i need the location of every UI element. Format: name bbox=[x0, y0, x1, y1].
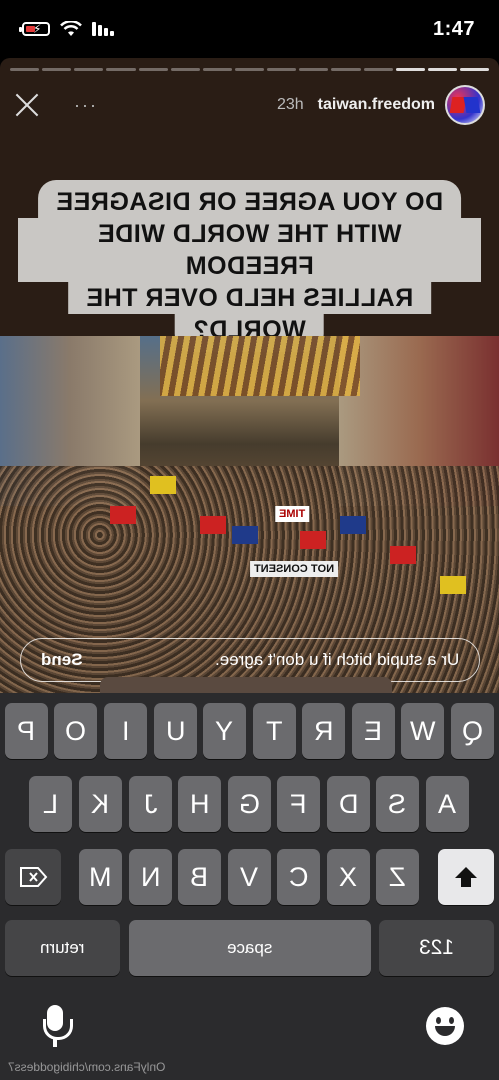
status-icons: ⚡ bbox=[19, 21, 114, 37]
wifi-icon bbox=[60, 21, 82, 36]
numbers-key[interactable]: 123 bbox=[379, 920, 494, 976]
key[interactable]: Z bbox=[376, 849, 419, 905]
battery-icon: ⚡ bbox=[19, 22, 50, 36]
delete-key[interactable] bbox=[5, 849, 61, 905]
protest-sign: TIME bbox=[275, 506, 310, 522]
flag bbox=[300, 531, 326, 549]
key[interactable]: E bbox=[352, 703, 395, 759]
bunting bbox=[160, 336, 360, 396]
key[interactable]: N bbox=[129, 849, 172, 905]
key[interactable]: I bbox=[104, 703, 147, 759]
keyboard-row-4: return space 123 bbox=[0, 920, 499, 976]
key[interactable]: C bbox=[277, 849, 320, 905]
watermark: OnlyFans.com/chibigoddess7 bbox=[8, 1060, 166, 1074]
key[interactable]: Y bbox=[203, 703, 246, 759]
keyboard: P O I U Y T R E W Q L K J H G F D S A M … bbox=[0, 693, 499, 1080]
key[interactable]: J bbox=[129, 776, 172, 832]
keyboard-row-2: L K J H G F D S A bbox=[0, 776, 499, 832]
send-button[interactable]: Send bbox=[41, 650, 83, 670]
close-icon[interactable] bbox=[10, 88, 44, 122]
flag bbox=[390, 546, 416, 564]
return-key[interactable]: return bbox=[5, 920, 120, 976]
key[interactable]: M bbox=[79, 849, 122, 905]
key[interactable]: K bbox=[79, 776, 122, 832]
space-key[interactable]: space bbox=[129, 920, 371, 976]
shift-arrow-icon bbox=[455, 867, 477, 887]
key[interactable]: B bbox=[178, 849, 221, 905]
story-time-ago: 23h bbox=[276, 96, 304, 113]
key[interactable]: G bbox=[228, 776, 271, 832]
story-view[interactable]: ··· 23h taiwan.freedom DO YOU AGREE OR D… bbox=[0, 58, 499, 693]
key[interactable]: H bbox=[178, 776, 221, 832]
story-progress bbox=[10, 68, 490, 71]
key[interactable]: V bbox=[228, 849, 271, 905]
flag bbox=[110, 506, 136, 524]
key[interactable]: A bbox=[426, 776, 469, 832]
key[interactable]: D bbox=[327, 776, 370, 832]
avatar[interactable] bbox=[445, 85, 485, 125]
flag bbox=[150, 476, 176, 494]
question-line: WITH THE WORLD WIDE FREEDOM bbox=[18, 218, 481, 282]
key[interactable]: W bbox=[401, 703, 444, 759]
key[interactable]: R bbox=[302, 703, 345, 759]
question-line: DO YOU AGREE OR DISAGREE bbox=[37, 180, 462, 218]
microphone-icon[interactable] bbox=[40, 1005, 73, 1049]
keyboard-row-3: M N B V C X Z bbox=[0, 849, 499, 905]
story-username[interactable]: taiwan.freedom bbox=[318, 96, 435, 114]
story-header: ··· 23h taiwan.freedom bbox=[0, 80, 499, 130]
key[interactable]: L bbox=[29, 776, 72, 832]
question-line: RALLIES HELD OVER THE bbox=[67, 282, 432, 314]
shift-key[interactable] bbox=[438, 849, 494, 905]
backspace-icon bbox=[20, 867, 48, 887]
key[interactable]: O bbox=[54, 703, 97, 759]
key[interactable]: P bbox=[5, 703, 48, 759]
status-bar: ⚡ 1:47 bbox=[0, 0, 499, 58]
key[interactable]: X bbox=[327, 849, 370, 905]
flag bbox=[340, 516, 366, 534]
reply-text[interactable]: Ur a stupid bitch if u don't agree. bbox=[215, 650, 459, 670]
question-sticker: DO YOU AGREE OR DISAGREE WITH THE WORLD … bbox=[18, 180, 481, 352]
protest-sign: NOT CONSENT bbox=[250, 561, 339, 577]
reply-input[interactable]: Send Ur a stupid bitch if u don't agree. bbox=[20, 638, 480, 682]
key[interactable]: F bbox=[277, 776, 320, 832]
flag bbox=[232, 526, 258, 544]
key[interactable]: S bbox=[376, 776, 419, 832]
emoji-icon[interactable] bbox=[426, 1007, 464, 1045]
flag bbox=[200, 516, 226, 534]
key[interactable]: Q bbox=[451, 703, 494, 759]
clock: 1:47 bbox=[432, 17, 475, 40]
key[interactable]: U bbox=[154, 703, 197, 759]
more-options-icon[interactable]: ··· bbox=[74, 95, 98, 116]
flag bbox=[440, 576, 466, 594]
key[interactable]: T bbox=[253, 703, 296, 759]
signal-icon bbox=[92, 22, 114, 36]
keyboard-row-1: P O I U Y T R E W Q bbox=[0, 703, 499, 759]
